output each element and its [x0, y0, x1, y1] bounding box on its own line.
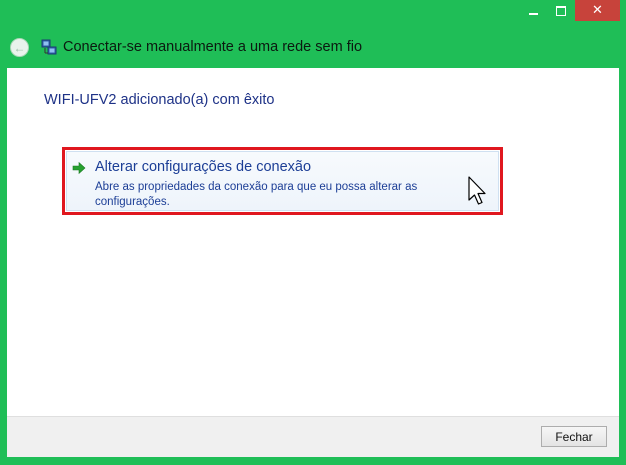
- close-window-button[interactable]: ✕: [575, 0, 620, 21]
- wizard-window: ✕ ← Conectar-se manualmente a uma rede s…: [0, 0, 626, 465]
- back-arrow-icon: ←: [13, 40, 26, 55]
- minimize-icon: [528, 12, 538, 15]
- highlight-box: [62, 147, 503, 215]
- network-adapter-icon: [41, 39, 57, 55]
- success-message: WIFI-UFV2 adicionado(a) com êxito: [44, 92, 275, 108]
- maximize-icon: [556, 5, 566, 16]
- minimize-button[interactable]: [520, 0, 546, 21]
- maximize-button[interactable]: [548, 0, 574, 21]
- mouse-cursor-icon: [468, 176, 486, 205]
- dialog-footer: [7, 416, 619, 457]
- close-button[interactable]: Fechar: [541, 426, 607, 447]
- close-icon: ✕: [592, 3, 603, 18]
- wizard-title: Conectar-se manualmente a uma rede sem f…: [63, 39, 363, 55]
- content-panel: [7, 68, 619, 416]
- back-button[interactable]: ←: [10, 38, 29, 57]
